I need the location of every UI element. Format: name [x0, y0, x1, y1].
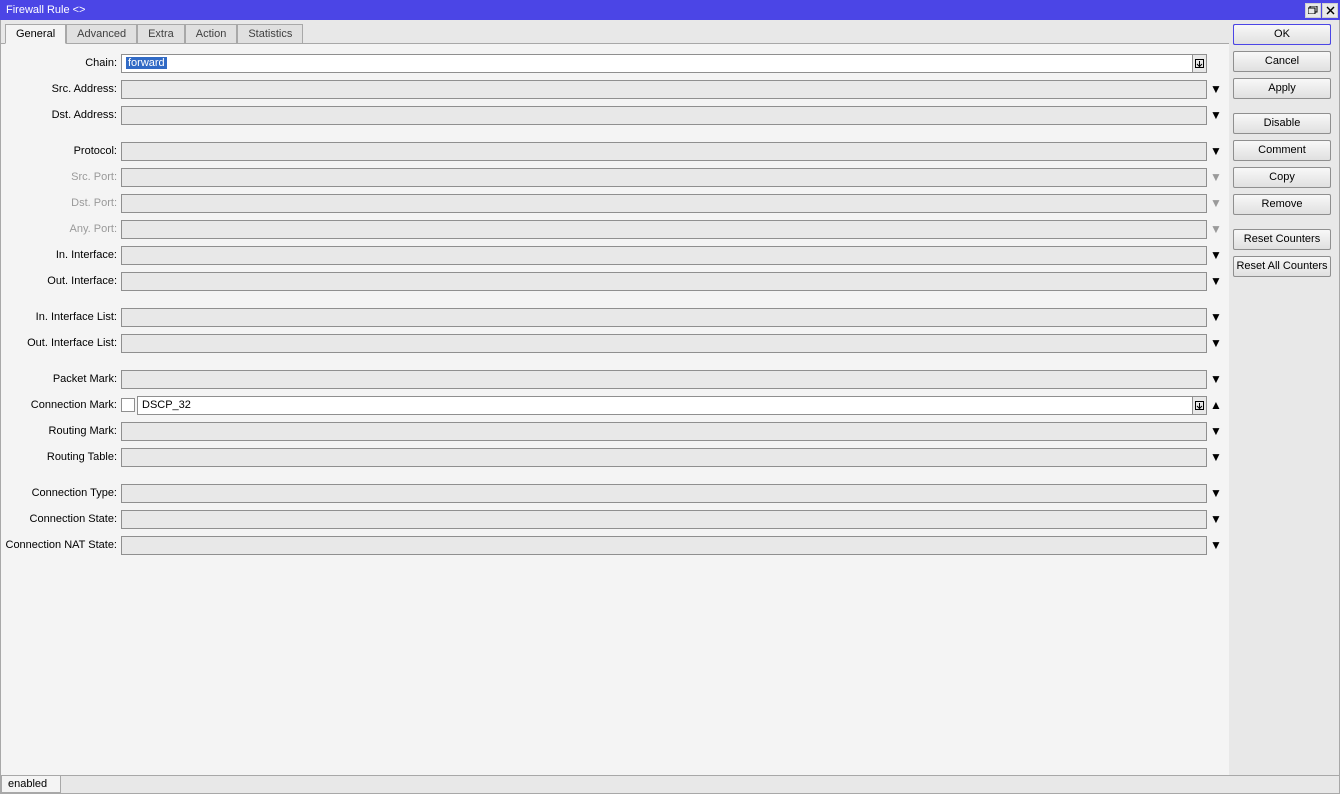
field-srcAddress[interactable]	[121, 80, 1207, 99]
field-inInterfaceList[interactable]	[121, 308, 1207, 327]
invert-checkbox-connectionMark[interactable]	[121, 398, 135, 412]
expand-toggle-connectionMark[interactable]: ▲	[1207, 396, 1223, 415]
field-anyPort[interactable]	[121, 220, 1207, 239]
field-connectionState[interactable]	[121, 510, 1207, 529]
tab-statistics[interactable]: Statistics	[237, 24, 303, 44]
expand-toggle-routingTable[interactable]: ▼	[1207, 448, 1223, 467]
field-outInterfaceList[interactable]	[121, 334, 1207, 353]
label-routingTable: Routing Table:	[1, 451, 121, 463]
field-protocol[interactable]	[121, 142, 1207, 161]
label-packetMark: Packet Mark:	[1, 373, 121, 385]
expand-toggle-inInterface[interactable]: ▼	[1207, 246, 1223, 265]
expand-toggle-dstAddress[interactable]: ▼	[1207, 106, 1223, 125]
tab-extra[interactable]: Extra	[137, 24, 185, 44]
label-srcAddress: Src. Address:	[1, 83, 121, 95]
close-window-button[interactable]	[1322, 3, 1338, 18]
row-dstPort: Dst. Port: ▼	[1, 190, 1229, 216]
row-srcPort: Src. Port: ▼	[1, 164, 1229, 190]
expand-toggle-inInterfaceList[interactable]: ▼	[1207, 308, 1223, 327]
tab-strip: GeneralAdvancedExtraActionStatistics	[1, 20, 1229, 44]
expand-toggle-connectionState[interactable]: ▼	[1207, 510, 1223, 529]
dropdown-button-chain[interactable]	[1193, 54, 1207, 73]
expand-toggle-srcAddress[interactable]: ▼	[1207, 80, 1223, 99]
expand-toggle-outInterface[interactable]: ▼	[1207, 272, 1223, 291]
field-dstPort[interactable]	[121, 194, 1207, 213]
label-dstAddress: Dst. Address:	[1, 109, 121, 121]
titlebar: Firewall Rule <>	[0, 0, 1340, 20]
expand-toggle-dstPort: ▼	[1207, 194, 1223, 213]
row-connectionNatState: Connection NAT State: ▼	[1, 532, 1229, 558]
label-connectionNatState: Connection NAT State:	[1, 539, 121, 551]
row-srcAddress: Src. Address: ▼	[1, 76, 1229, 102]
field-packetMark[interactable]	[121, 370, 1207, 389]
row-protocol: Protocol: ▼	[1, 138, 1229, 164]
status-bar: enabled	[1, 775, 1339, 793]
apply-button[interactable]: Apply	[1233, 78, 1331, 99]
button-panel: OK Cancel Apply Disable Comment Copy Rem…	[1229, 20, 1339, 775]
reset-counters-button[interactable]: Reset Counters	[1233, 229, 1331, 250]
tab-general-page: Chain:forwardSrc. Address:▼Dst. Address:…	[1, 44, 1229, 775]
row-connectionType: Connection Type: ▼	[1, 480, 1229, 506]
expand-toggle-packetMark[interactable]: ▼	[1207, 370, 1223, 389]
dropdown-button-connectionMark[interactable]	[1193, 396, 1207, 415]
expand-toggle-connectionNatState[interactable]: ▼	[1207, 536, 1223, 555]
restore-window-button[interactable]	[1305, 3, 1321, 18]
label-outInterfaceList: Out. Interface List:	[1, 337, 121, 349]
row-inInterface: In. Interface: ▼	[1, 242, 1229, 268]
field-chain[interactable]: forward	[121, 54, 1193, 73]
reset-all-counters-button[interactable]: Reset All Counters	[1233, 256, 1331, 277]
field-inInterface[interactable]	[121, 246, 1207, 265]
expand-toggle-routingMark[interactable]: ▼	[1207, 422, 1223, 441]
row-inInterfaceList: In. Interface List: ▼	[1, 304, 1229, 330]
label-srcPort: Src. Port:	[1, 171, 121, 183]
label-chain: Chain:	[1, 57, 121, 69]
remove-button[interactable]: Remove	[1233, 194, 1331, 215]
window-title: Firewall Rule <>	[6, 4, 85, 16]
row-anyPort: Any. Port: ▼	[1, 216, 1229, 242]
field-routingMark[interactable]	[121, 422, 1207, 441]
row-chain: Chain:forward	[1, 50, 1229, 76]
comment-button[interactable]: Comment	[1233, 140, 1331, 161]
label-outInterface: Out. Interface:	[1, 275, 121, 287]
tab-advanced[interactable]: Advanced	[66, 24, 137, 44]
expand-toggle-protocol[interactable]: ▼	[1207, 142, 1223, 161]
label-connectionState: Connection State:	[1, 513, 121, 525]
row-packetMark: Packet Mark: ▼	[1, 366, 1229, 392]
row-connectionMark: Connection Mark: DSCP_32 ▲	[1, 392, 1229, 418]
tab-general[interactable]: General	[5, 24, 66, 44]
label-anyPort: Any. Port:	[1, 223, 121, 235]
field-srcPort[interactable]	[121, 168, 1207, 187]
label-connectionMark: Connection Mark:	[1, 399, 121, 411]
row-routingTable: Routing Table: ▼	[1, 444, 1229, 470]
expand-toggle-connectionType[interactable]: ▼	[1207, 484, 1223, 503]
field-connectionNatState[interactable]	[121, 536, 1207, 555]
row-routingMark: Routing Mark: ▼	[1, 418, 1229, 444]
field-routingTable[interactable]	[121, 448, 1207, 467]
field-dstAddress[interactable]	[121, 106, 1207, 125]
label-routingMark: Routing Mark:	[1, 425, 121, 437]
expand-toggle-srcPort: ▼	[1207, 168, 1223, 187]
field-connectionMark[interactable]: DSCP_32	[137, 396, 1193, 415]
expand-toggle-outInterfaceList[interactable]: ▼	[1207, 334, 1223, 353]
ok-button[interactable]: OK	[1233, 24, 1331, 45]
label-connectionType: Connection Type:	[1, 487, 121, 499]
tab-action[interactable]: Action	[185, 24, 238, 44]
disable-button[interactable]: Disable	[1233, 113, 1331, 134]
label-protocol: Protocol:	[1, 145, 121, 157]
label-inInterface: In. Interface:	[1, 249, 121, 261]
label-inInterfaceList: In. Interface List:	[1, 311, 121, 323]
expand-toggle-anyPort: ▼	[1207, 220, 1223, 239]
row-connectionState: Connection State: ▼	[1, 506, 1229, 532]
row-dstAddress: Dst. Address: ▼	[1, 102, 1229, 128]
row-outInterfaceList: Out. Interface List: ▼	[1, 330, 1229, 356]
label-dstPort: Dst. Port:	[1, 197, 121, 209]
field-outInterface[interactable]	[121, 272, 1207, 291]
expand-toggle-chain[interactable]	[1207, 54, 1223, 73]
cancel-button[interactable]: Cancel	[1233, 51, 1331, 72]
status-text: enabled	[1, 776, 61, 793]
copy-button[interactable]: Copy	[1233, 167, 1331, 188]
row-outInterface: Out. Interface: ▼	[1, 268, 1229, 294]
field-connectionType[interactable]	[121, 484, 1207, 503]
